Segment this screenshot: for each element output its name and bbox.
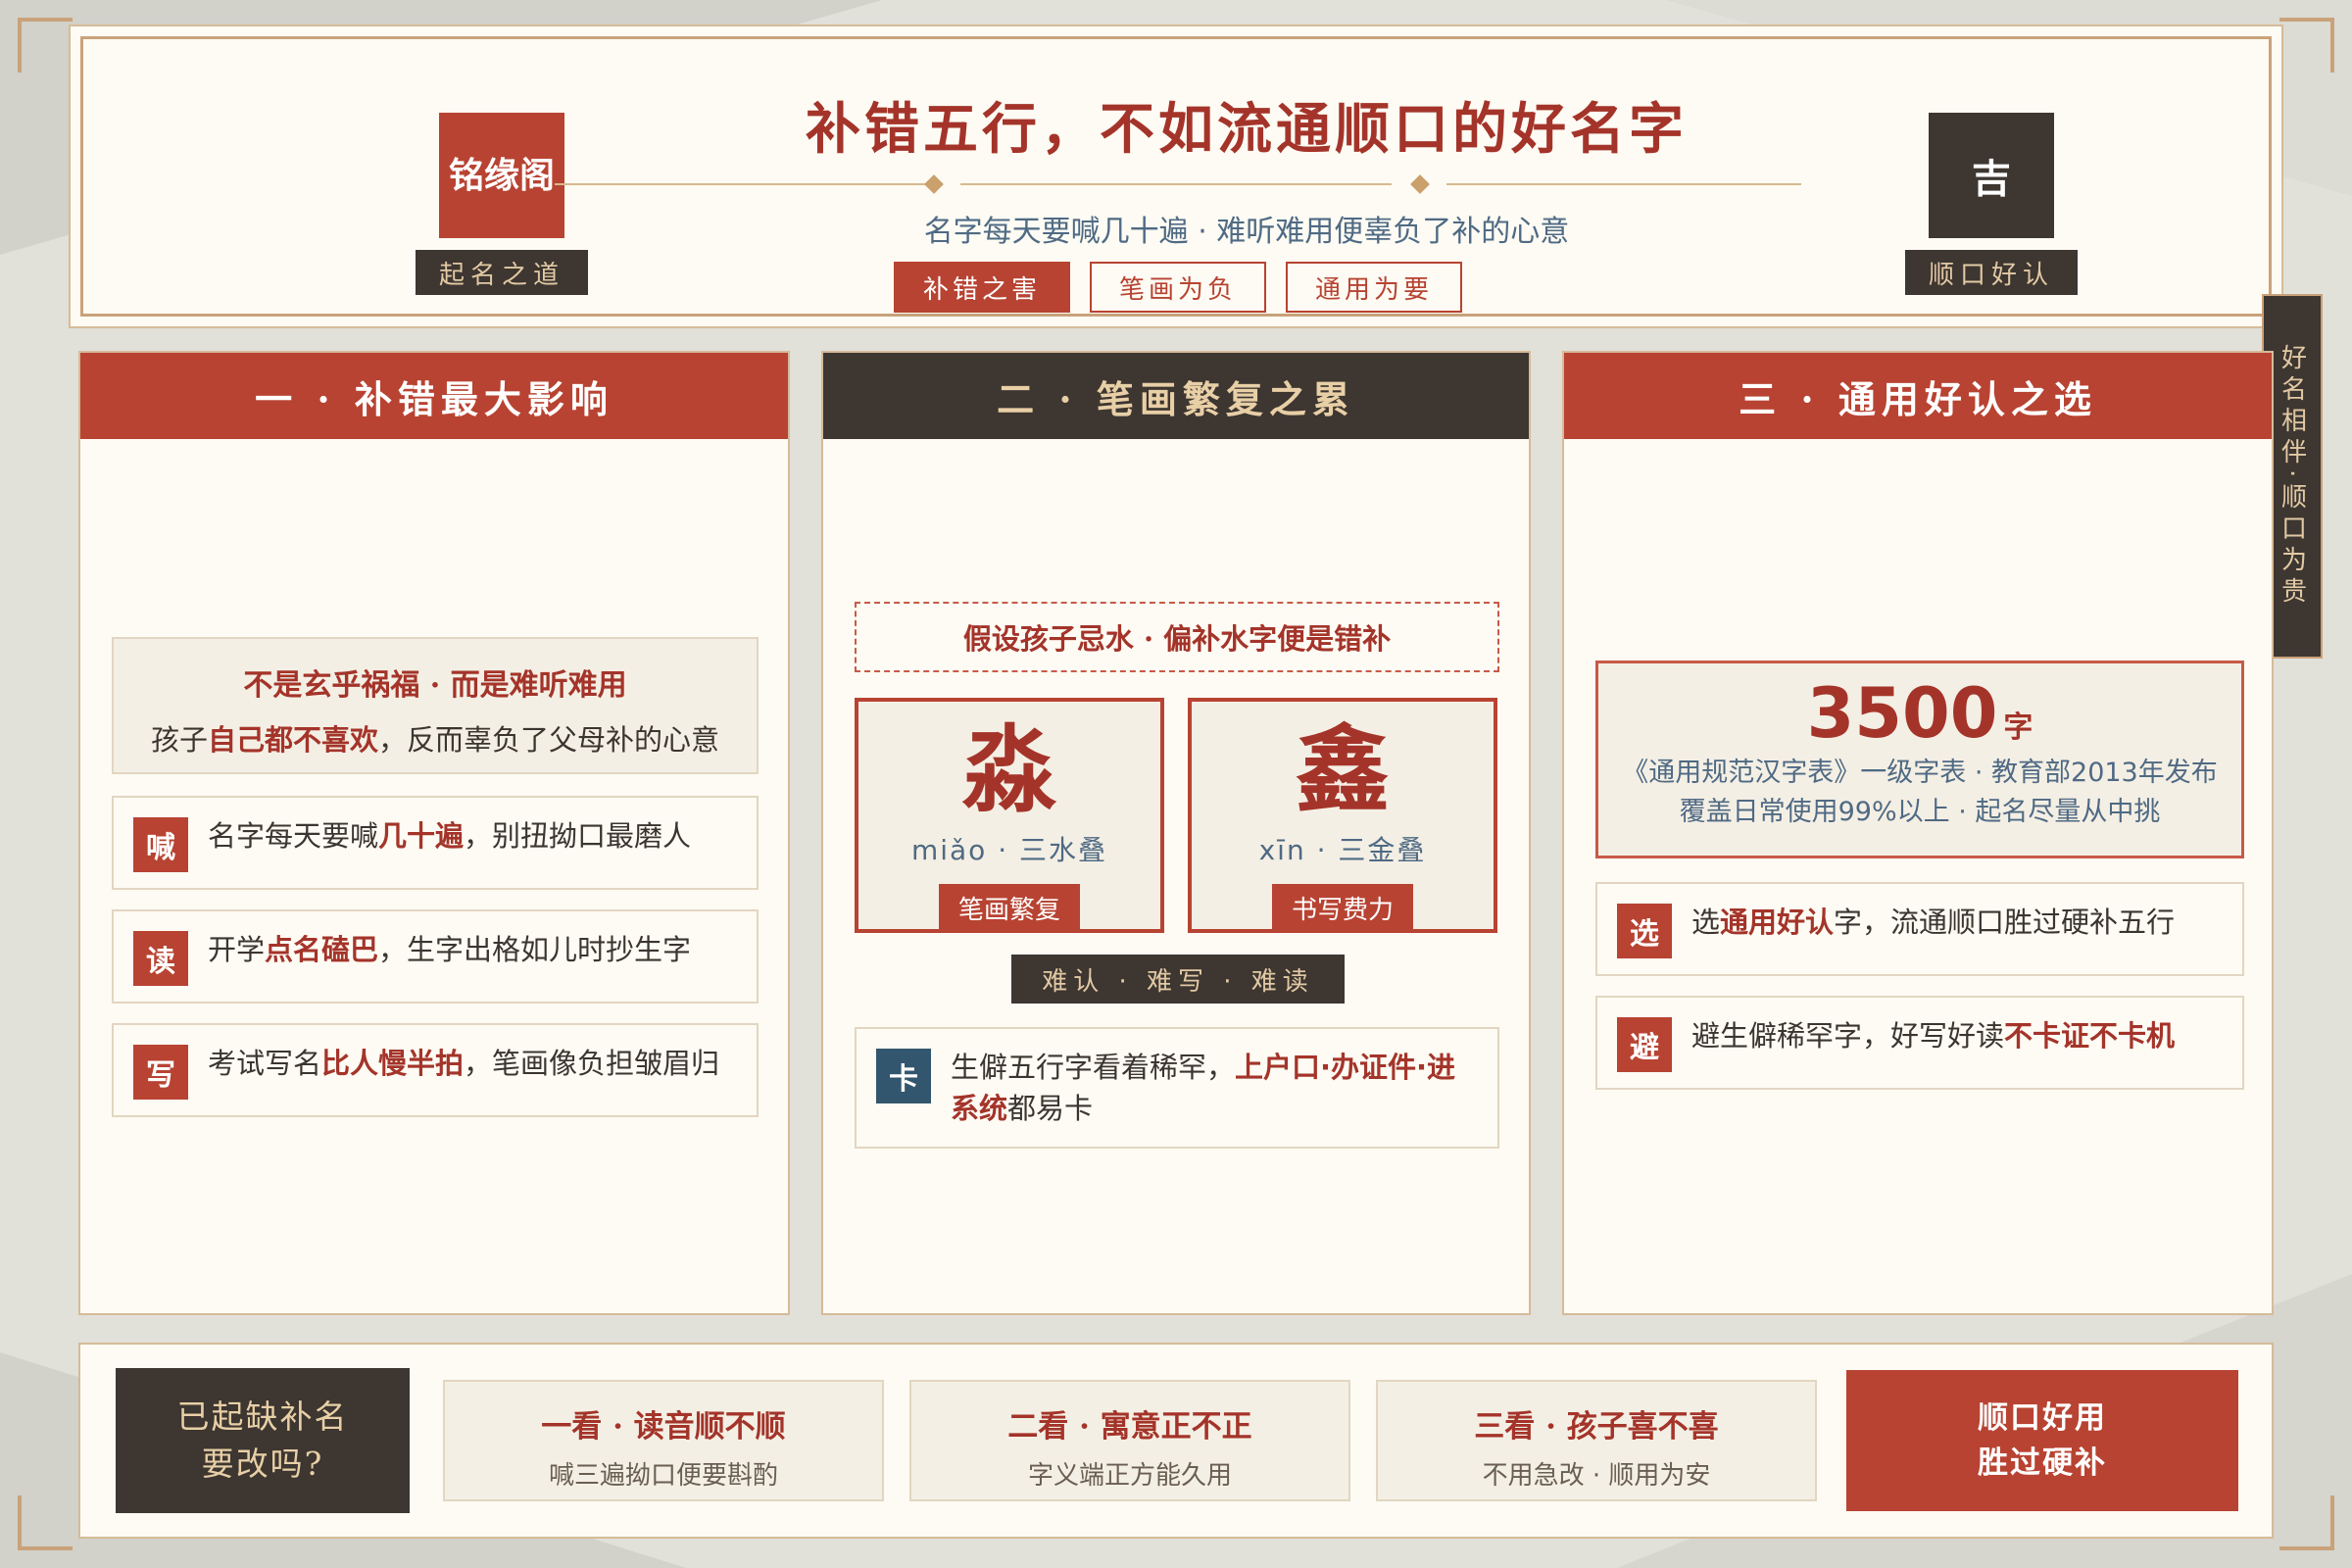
corner-ornament [2279, 18, 2334, 73]
list-item: 读 开学点名磕巴，生字出格如儿时抄生字 [112, 909, 759, 1004]
write-icon: 写 [133, 1045, 188, 1100]
corner-ornament [2279, 1495, 2334, 1550]
corner-ornament [18, 1495, 73, 1550]
title-divider [960, 183, 1392, 185]
item-text: 生僻五行字看着稀罕，上户口·办证件·进系统都易卡 [951, 1051, 1456, 1125]
page-subtitle: 名字每天要喊几十遍 · 难听难用便辜负了补的心意 [923, 215, 1570, 249]
note-title: 不是玄乎祸福 · 而是难听难用 [243, 668, 627, 703]
header-panel: 铭缘阁 起名之道 补错五行，不如流通顺口的好名字 名字每天要喊几十遍 · 难听难… [69, 24, 2283, 328]
page-title: 补错五行，不如流通顺口的好名字 [806, 97, 1688, 162]
title-divider [1446, 183, 1801, 185]
char-card: 淼 miǎo · 三水叠 笔画繁复 [855, 698, 1164, 933]
lucky-seal: 吉 [1929, 113, 2054, 238]
stat-unit: 字 [2003, 710, 2034, 745]
stat-line: 覆盖日常使用99%以上 · 起名尽量从中挑 [1679, 797, 2161, 827]
check-card-sub: 不用急改 · 顺用为安 [1482, 1461, 1711, 1491]
brand-tag: 起名之道 [416, 250, 588, 295]
tag-pill: 补错之害 [894, 262, 1070, 313]
premise-box: 假设孩子忌水 · 偏补水字便是错补 [855, 602, 1499, 672]
char-card: 鑫 xīn · 三金叠 书写费力 [1188, 698, 1497, 933]
column-title: 二 · 笔画繁复之累 [823, 353, 1529, 439]
difficulty-strip: 难认 · 难写 · 难读 [1011, 955, 1345, 1004]
avoid-icon: 避 [1617, 1017, 1672, 1072]
char-label: 笔画繁复 [938, 884, 1080, 932]
check-card-title: 二看 · 寓意正不正 [1007, 1409, 1252, 1445]
item-text: 开学点名磕巴，生字出格如儿时抄生字 [208, 933, 692, 966]
footer-question: 已起缺补名 要改吗? [116, 1368, 410, 1513]
column-strokes: 二 · 笔画繁复之累 假设孩子忌水 · 偏补水字便是错补 淼 miǎo · 三水… [821, 351, 1531, 1315]
corner-ornament [18, 18, 73, 73]
char-pinyin: xīn · 三金叠 [1258, 834, 1427, 866]
column-impact: 一 · 补错最大影响 不是玄乎祸福 · 而是难听难用 孩子自己都不喜欢，反而辜负… [78, 351, 790, 1315]
warning-card: 卡 生僻五行字看着稀罕，上户口·办证件·进系统都易卡 [855, 1027, 1499, 1149]
column-common: 三 · 通用好认之选 3500 字 《通用规范汉字表》一级字表 · 教育部2013… [1562, 351, 2274, 1315]
check-card-title: 三看 · 孩子喜不喜 [1474, 1409, 1719, 1445]
choose-icon: 选 [1617, 904, 1672, 958]
column-title: 一 · 补错最大影响 [80, 353, 788, 439]
brand-seal: 铭缘阁 [439, 113, 564, 238]
item-text: 避生僻稀罕字，好写好读不卡证不卡机 [1691, 1019, 2176, 1053]
standard-box: 3500 字 《通用规范汉字表》一级字表 · 教育部2013年发布 覆盖日常使用9… [1595, 661, 2244, 858]
check-card: 一看 · 读音顺不顺 喊三遍拗口便要斟酌 [443, 1380, 884, 1501]
list-item: 写 考试写名比人慢半拍，笔画像负担皱眉归 [112, 1023, 759, 1117]
stat-line: 《通用规范汉字表》一级字表 · 教育部2013年发布 [1622, 758, 2218, 788]
check-card-sub: 喊三遍拗口便要斟酌 [548, 1461, 778, 1491]
list-item: 选 选通用好认字，流通顺口胜过硬补五行 [1595, 882, 2244, 976]
note-text: 孩子自己都不喜欢，反而辜负了父母补的心意 [150, 723, 720, 757]
tag-pill: 笔画为负 [1090, 262, 1266, 313]
list-item: 避 避生僻稀罕字，好写好读不卡证不卡机 [1595, 996, 2244, 1090]
footer-panel: 已起缺补名 要改吗? 一看 · 读音顺不顺 喊三遍拗口便要斟酌 二看 · 寓意正不… [78, 1343, 2274, 1539]
item-text: 选通用好认字，流通顺口胜过硬补五行 [1691, 906, 2176, 939]
char-pinyin: miǎo · 三水叠 [910, 834, 1108, 866]
check-card-title: 一看 · 读音顺不顺 [541, 1409, 786, 1445]
check-card: 三看 · 孩子喜不喜 不用急改 · 顺用为安 [1376, 1380, 1817, 1501]
note-box: 不是玄乎祸福 · 而是难听难用 孩子自己都不喜欢，反而辜负了父母补的心意 [112, 637, 759, 774]
lucky-tag: 顺口好认 [1905, 250, 2078, 295]
stuck-icon: 卡 [876, 1049, 931, 1103]
read-icon: 读 [133, 931, 188, 986]
stat-number: 3500 [1806, 673, 1998, 754]
title-divider [555, 183, 927, 185]
check-card: 二看 · 寓意正不正 字义端正方能久用 [909, 1380, 1350, 1501]
char-label: 书写费力 [1271, 884, 1413, 932]
list-item: 喊 名字每天要喊几十遍，别扭拗口最磨人 [112, 796, 759, 890]
tag-pill: 通用为要 [1286, 262, 1462, 313]
column-title: 三 · 通用好认之选 [1564, 353, 2272, 439]
shout-icon: 喊 [133, 817, 188, 872]
char-glyph: 淼 [962, 714, 1056, 825]
stat-row: 3500 字 [1598, 673, 2241, 754]
check-card-sub: 字义端正方能久用 [1027, 1461, 1232, 1491]
item-text: 名字每天要喊几十遍，别扭拗口最磨人 [208, 819, 692, 853]
char-glyph: 鑫 [1296, 714, 1390, 825]
item-text: 考试写名比人慢半拍，笔画像负担皱眉归 [208, 1047, 720, 1080]
conclusion-banner: 顺口好用 胜过硬补 [1846, 1370, 2238, 1511]
